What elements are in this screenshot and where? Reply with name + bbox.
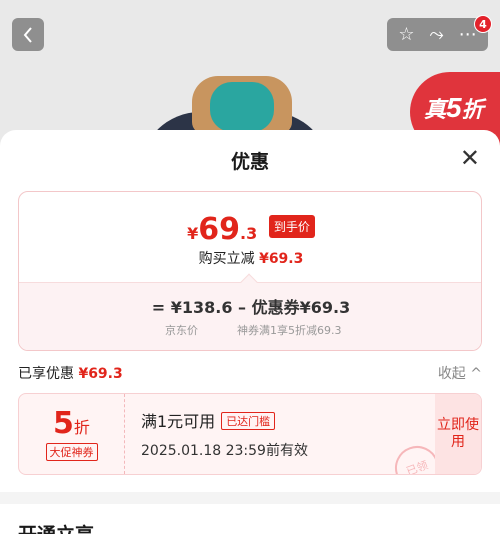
chevron-left-icon xyxy=(23,26,32,43)
coupon-rule-label: 神券满1享5折减69.3 xyxy=(237,324,342,337)
coupon-expiry: 2025.01.18 23:59前有效 xyxy=(141,443,308,459)
coupon-type-tag: 大促神券 xyxy=(45,443,98,461)
badge-suffix: 折 xyxy=(461,97,484,122)
notification-badge: 4 xyxy=(474,15,492,33)
price-decimal: .3 xyxy=(240,224,258,243)
section-divider xyxy=(0,492,500,504)
coupon-discount-number: 5 xyxy=(53,406,74,441)
more-icon[interactable]: ⋯ xyxy=(459,25,477,44)
coupon-condition: 满1元可用 xyxy=(141,412,216,431)
sheet-title: 优惠 xyxy=(230,151,269,173)
coupon-condition-row: 满1元可用 已达门槛 xyxy=(141,408,308,432)
use-coupon-button[interactable]: 立即使用 xyxy=(435,394,481,474)
coupon-card: 5折 大促神券 满1元可用 已达门槛 2025.01.18 23:59前有效 已领… xyxy=(18,393,482,475)
coupon-discount-unit: 折 xyxy=(73,418,90,437)
threshold-reached-tag: 已达门槛 xyxy=(221,412,276,430)
enjoyed-value: ¥69.3 xyxy=(78,366,123,382)
reduce-value: ¥69.3 xyxy=(259,251,304,267)
top-actions: ☆ ⤳ ⋯ xyxy=(387,18,488,51)
reduce-line: 购买立减 ¥69.3 xyxy=(19,248,481,268)
coupon-details: 满1元可用 已达门槛 2025.01.18 23:59前有效 xyxy=(141,408,308,460)
coupon-discount-value: 5折 xyxy=(19,406,124,441)
next-section-title: 开通立享 xyxy=(18,520,94,534)
reduce-label: 购买立减 xyxy=(198,251,255,267)
discount-sheet: 优惠 ✕ ¥69.3 到手价 购买立减 ¥69.3 = ¥138.6 – 优惠券… xyxy=(0,130,500,534)
enjoyed-discount: 已享优惠 ¥69.3 xyxy=(18,363,123,383)
final-price: ¥69.3 到手价 xyxy=(19,212,481,247)
price-summary-card: ¥69.3 到手价 购买立减 ¥69.3 = ¥138.6 – 优惠券¥69.3… xyxy=(18,191,482,351)
enjoyed-label: 已享优惠 xyxy=(18,366,74,382)
price-integer: 69 xyxy=(198,212,241,247)
badge-prefix: 真 xyxy=(424,97,447,122)
collar-inner-shape xyxy=(210,82,274,132)
currency-symbol: ¥ xyxy=(187,224,199,243)
star-icon[interactable]: ☆ xyxy=(398,25,414,44)
jd-price-label: 京东价 xyxy=(165,324,198,337)
price-calc-line: = ¥138.6 – 优惠券¥69.3 xyxy=(151,298,351,317)
coupon-discount: 5折 大促神券 xyxy=(19,394,125,474)
badge-number: 5 xyxy=(446,92,462,123)
final-price-tag: 到手价 xyxy=(268,215,315,238)
share-icon[interactable]: ⤳ xyxy=(429,25,443,44)
back-button[interactable] xyxy=(12,18,44,51)
close-icon[interactable]: ✕ xyxy=(460,146,480,170)
fold-toggle[interactable]: 收起 ^ xyxy=(438,363,482,383)
